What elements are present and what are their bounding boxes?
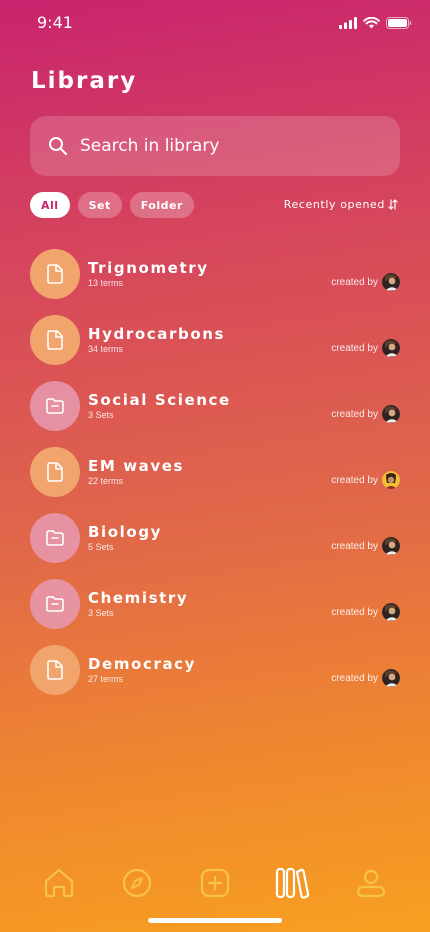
folder-item-icon [30, 381, 80, 431]
folder-item-icon [30, 579, 80, 629]
library-list: Trignometry 13 terms created by Hydrocar… [30, 249, 400, 711]
folder-icon [46, 596, 64, 612]
created-by-label: created by [331, 475, 378, 486]
home-indicator [148, 918, 282, 923]
item-count: 3 Sets [88, 410, 114, 420]
created-by-label: created by [331, 277, 378, 288]
search-placeholder: Search in library [80, 136, 220, 156]
list-item[interactable]: Trignometry 13 terms created by [30, 249, 400, 315]
set-item-icon [30, 645, 80, 695]
search-input[interactable]: Search in library [30, 116, 400, 176]
list-item[interactable]: EM waves 22 terms created by [30, 447, 400, 513]
avatar [382, 273, 400, 291]
created-by-label: created by [331, 673, 378, 684]
sort-arrows-icon [388, 199, 398, 210]
folder-item-icon [30, 513, 80, 563]
status-bar: 9:41 [0, 0, 430, 48]
document-icon [47, 660, 63, 680]
item-count: 27 terms [88, 674, 124, 684]
filter-chip-folder[interactable]: Folder [129, 192, 194, 218]
item-title: EM waves [88, 457, 185, 475]
created-by-label: created by [331, 541, 378, 552]
list-item[interactable]: Hydrocarbons 34 terms created by [30, 315, 400, 381]
wifi-icon [363, 17, 380, 29]
item-title: Hydrocarbons [88, 325, 226, 343]
set-item-icon [30, 315, 80, 365]
created-by-label: created by [331, 343, 378, 354]
item-title: Democracy [88, 655, 197, 673]
filter-chip-set[interactable]: Set [77, 192, 122, 218]
folder-icon [46, 530, 64, 546]
document-icon [47, 330, 63, 350]
document-icon [47, 264, 63, 284]
tab-home[interactable] [41, 865, 77, 901]
filter-chips: All Set Folder [30, 192, 194, 218]
status-icons [339, 17, 412, 29]
list-item[interactable]: Chemistry 3 Sets created by [30, 579, 400, 645]
avatar [382, 405, 400, 423]
list-item[interactable]: Democracy 27 terms created by [30, 645, 400, 711]
tab-bar [0, 860, 430, 906]
battery-icon [386, 17, 412, 29]
add-icon [200, 868, 230, 898]
list-item[interactable]: Biology 5 Sets created by [30, 513, 400, 579]
tab-library[interactable] [274, 865, 310, 901]
sort-button[interactable]: Recently opened [284, 198, 398, 211]
document-icon [47, 462, 63, 482]
item-title: Chemistry [88, 589, 189, 607]
set-item-icon [30, 447, 80, 497]
item-title: Biology [88, 523, 163, 541]
tab-create[interactable] [197, 865, 233, 901]
page-title: Library [31, 68, 138, 94]
home-icon [44, 868, 74, 898]
avatar [382, 471, 400, 489]
item-count: 22 terms [88, 476, 124, 486]
library-icon [275, 867, 310, 899]
set-item-icon [30, 249, 80, 299]
item-count: 34 terms [88, 344, 124, 354]
avatar [382, 669, 400, 687]
item-count: 5 Sets [88, 542, 114, 552]
filter-chip-all[interactable]: All [30, 192, 70, 218]
folder-icon [46, 398, 64, 414]
item-title: Social Science [88, 391, 231, 409]
status-time: 9:41 [37, 13, 73, 32]
sort-label: Recently opened [283, 198, 385, 211]
created-by-label: created by [331, 607, 378, 618]
item-count: 13 terms [88, 278, 124, 288]
profile-icon [356, 869, 386, 898]
created-by-label: created by [331, 409, 378, 420]
list-item[interactable]: Social Science 3 Sets created by [30, 381, 400, 447]
item-count: 3 Sets [88, 608, 114, 618]
avatar [382, 603, 400, 621]
avatar [382, 537, 400, 555]
item-title: Trignometry [88, 259, 209, 277]
compass-icon [122, 868, 152, 898]
avatar [382, 339, 400, 357]
search-icon [49, 137, 68, 156]
tab-explore[interactable] [119, 865, 155, 901]
signal-icon [339, 17, 357, 29]
tab-profile[interactable] [353, 865, 389, 901]
